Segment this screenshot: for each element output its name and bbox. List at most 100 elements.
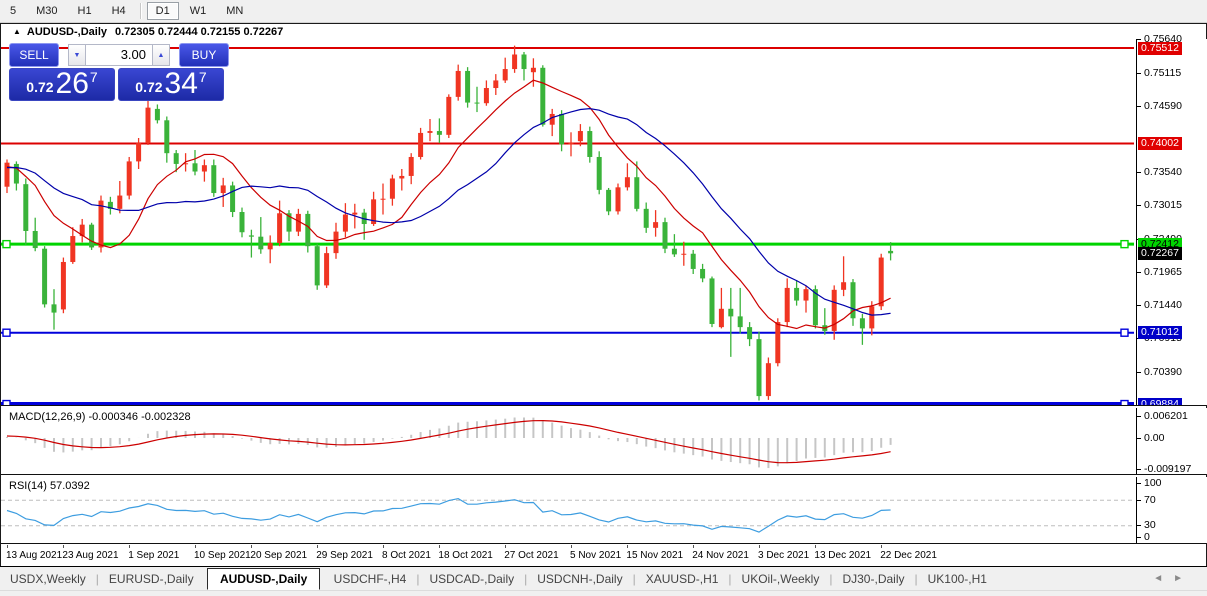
chart-tab-uk100[interactable]: UK100-,H1	[918, 569, 997, 589]
date-label: 29 Sep 2021	[316, 550, 373, 561]
date-label: 18 Oct 2021	[438, 550, 493, 561]
sell-price-display[interactable]: 0.72 26 7	[9, 68, 115, 101]
timeframe-button-mn[interactable]: MN	[217, 2, 252, 20]
chart-tab-dj30[interactable]: DJ30-,Daily	[832, 569, 914, 589]
tick-dash	[1137, 105, 1141, 107]
date-label: 20 Sep 2021	[250, 550, 308, 561]
macd-label: MACD(12,26,9) -0.000346 -0.002328	[9, 411, 191, 423]
tick-dash	[1137, 205, 1141, 207]
date-tick	[7, 545, 8, 548]
tick-dash	[1137, 39, 1141, 41]
tick-dash	[1137, 437, 1141, 439]
price-tick: 0.71440	[1137, 299, 1182, 312]
date-label: 22 Dec 2021	[880, 550, 937, 561]
chart-tab-xauusd[interactable]: XAUUSD-,H1	[636, 569, 729, 589]
rsi-axis[interactable]: 100 70 30 0	[1136, 477, 1207, 543]
date-label: 8 Oct 2021	[382, 550, 431, 561]
chart-title-bar: ▲ AUDUSD-,Daily 0.72305 0.72444 0.72155 …	[1, 24, 1206, 39]
chart-window: ▲ AUDUSD-,Daily 0.72305 0.72444 0.72155 …	[0, 23, 1207, 568]
date-tick	[251, 545, 253, 548]
price-plot-area[interactable]: SELL ▼ 3.00 ▲ BUY 0.72 26 7 0.72 34 7	[1, 39, 1136, 405]
tab-scroll-left-icon[interactable]: ◄	[1153, 573, 1173, 584]
price-tick-label: 0.73015	[1144, 199, 1182, 212]
tick-dash	[1137, 371, 1141, 373]
volume-decrease-button[interactable]: ▼	[68, 44, 85, 66]
date-label: 13 Aug 2021	[6, 550, 63, 561]
toolbar-separator	[139, 3, 142, 19]
tick-dash	[1137, 172, 1141, 174]
sell-price-pip: 7	[89, 69, 98, 85]
arrow-down-icon: ▼	[73, 51, 81, 59]
chart-tab-ukoil[interactable]: UKOil-,Weekly	[732, 569, 830, 589]
tab-scroll-arrows: ◄►	[1153, 573, 1193, 584]
chart-tab-usdchf[interactable]: USDCHF-,H4	[324, 569, 417, 589]
chart-symbol-title: AUDUSD-,Daily	[26, 25, 107, 38]
macd-pane[interactable]: MACD(12,26,9) -0.000346 -0.002328 0.0062…	[1, 408, 1207, 475]
price-tick-label: 0.74590	[1144, 99, 1182, 112]
price-tick-label: 0.70390	[1144, 365, 1182, 378]
rsi-pane[interactable]: RSI(14) 57.0392 100 70 30 0	[1, 477, 1207, 543]
timeframe-button-w1[interactable]: W1	[181, 2, 216, 20]
date-label: 13 Dec 2021	[814, 550, 872, 561]
volume-increase-button[interactable]: ▲	[153, 44, 170, 66]
timeframe-button-5[interactable]: 5	[1, 2, 25, 20]
sell-button[interactable]: SELL	[9, 43, 59, 67]
date-tick	[439, 545, 441, 548]
date-label: 1 Sep 2021	[128, 550, 180, 561]
date-tick	[759, 545, 760, 548]
buy-price-display[interactable]: 0.72 34 7	[118, 68, 224, 101]
buy-button[interactable]: BUY	[179, 43, 229, 67]
price-axis[interactable]: 0.756400.751150.745900.735400.730150.724…	[1136, 33, 1207, 411]
date-tick	[693, 545, 695, 548]
price-pane[interactable]: SELL ▼ 3.00 ▲ BUY 0.72 26 7 0.72 34 7 0.…	[1, 33, 1207, 411]
date-label: 15 Nov 2021	[626, 550, 684, 561]
price-level-badge: 0.75512	[1138, 41, 1182, 55]
tick-dash	[1137, 271, 1141, 273]
chart-tab-audusd[interactable]: AUDUSD-,Daily	[206, 567, 321, 590]
tick-dash	[1137, 537, 1141, 538]
chart-tab-usdcnh[interactable]: USDCNH-,Daily	[527, 569, 632, 589]
price-tick-label: 0.71440	[1144, 299, 1182, 312]
chart-ohlc-values: 0.72305 0.72444 0.72155 0.72267	[115, 25, 284, 38]
chart-tab-usdx[interactable]: USDX,Weekly	[0, 569, 96, 589]
date-tick	[129, 545, 131, 548]
price-level-badge: 0.72267	[1138, 246, 1182, 260]
buy-price-digits: 34	[164, 67, 198, 100]
timeframe-button-d1[interactable]: D1	[146, 2, 179, 20]
price-level-badge: 0.74002	[1138, 137, 1182, 151]
date-tick	[571, 545, 572, 548]
macd-tick-label: 0.00	[1144, 431, 1165, 444]
chart-tab-eurusd[interactable]: EURUSD-,Daily	[99, 569, 204, 589]
one-click-trade-panel: SELL ▼ 3.00 ▲ BUY 0.72 26 7 0.72 34 7	[9, 43, 229, 101]
buy-price-pip: 7	[198, 69, 207, 85]
date-axis[interactable]: 13 Aug 2021 23 Aug 2021 1 Sep 2021 10 Sep 2…	[1, 545, 1206, 567]
date-tick	[881, 545, 883, 548]
timeframe-button-m30[interactable]: M30	[27, 2, 66, 20]
date-tick	[317, 545, 319, 548]
rsi-plot-area[interactable]	[1, 477, 1136, 543]
timeframe-button-h4[interactable]: H4	[103, 2, 135, 20]
arrow-up-icon: ▲	[157, 51, 165, 59]
buy-price-prefix: 0.72	[135, 79, 163, 95]
volume-input[interactable]: 3.00	[85, 44, 153, 66]
rsi-tick: 70	[1137, 494, 1156, 507]
tick-dash	[1137, 499, 1141, 501]
date-label: 3 Dec 2021	[758, 550, 810, 561]
chart-tab-bar: USDX,Weekly | EURUSD-,Daily AUDUSD-,Daily …	[0, 566, 1207, 591]
price-tick-label: 0.71965	[1144, 265, 1182, 278]
date-tick	[815, 545, 817, 548]
price-tick-label: 0.73540	[1144, 166, 1182, 179]
tick-dash	[1137, 469, 1141, 470]
macd-axis[interactable]: 0.006201 0.00 -0.009197	[1136, 408, 1207, 475]
chart-tab-usdcad[interactable]: USDCAD-,Daily	[419, 569, 524, 589]
date-tick	[505, 545, 507, 548]
date-label: 24 Nov 2021	[692, 550, 749, 561]
timeframe-toolbar: 5 M30 H1 H4 D1 W1 MN	[0, 0, 1207, 23]
macd-tick: 0.006201	[1137, 410, 1188, 423]
timeframe-button-h1[interactable]: H1	[69, 2, 101, 20]
price-tick-label: 0.75115	[1144, 66, 1182, 79]
date-tick	[195, 545, 196, 548]
tick-dash	[1137, 483, 1141, 484]
tab-scroll-right-icon[interactable]: ►	[1173, 573, 1193, 584]
collapse-triangle-icon[interactable]: ▲	[13, 27, 21, 36]
